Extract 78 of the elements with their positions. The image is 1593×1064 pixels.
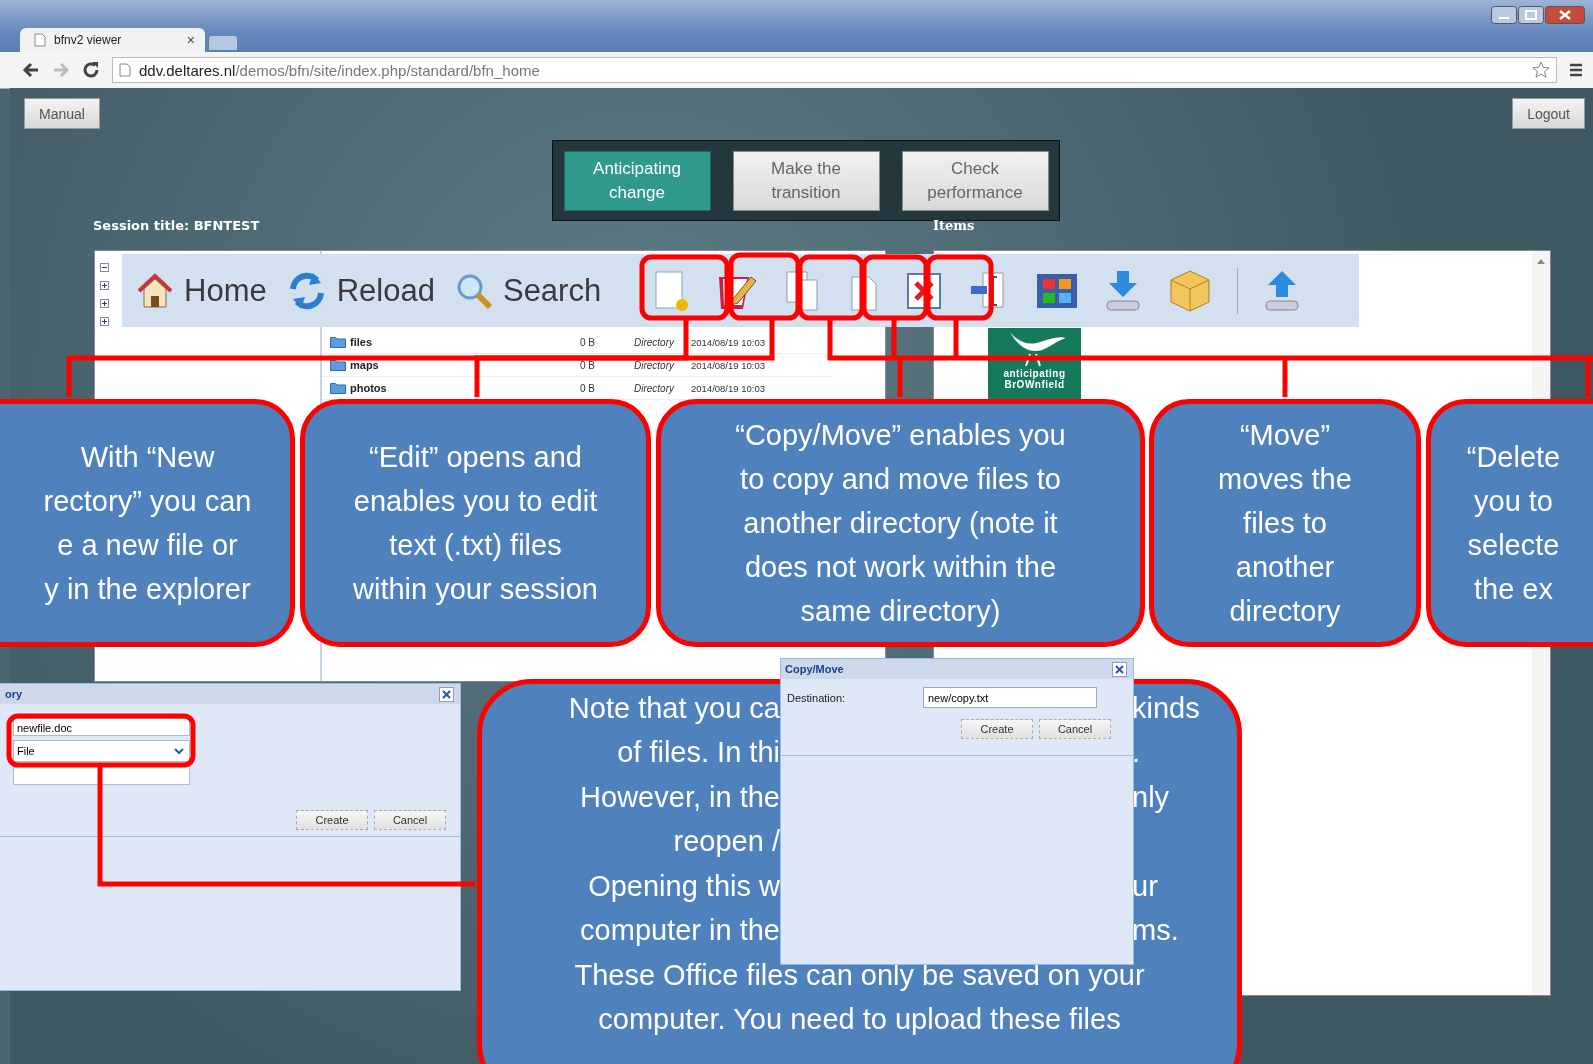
browser-tab[interactable]: bfnv2 viewer × — [20, 28, 205, 52]
callout-text: ms. — [1132, 914, 1180, 948]
page-icon — [34, 33, 46, 47]
callout-text: computer in the — [579, 914, 780, 948]
tab-title: bfnv2 viewer — [54, 33, 123, 47]
highlight-frame — [797, 254, 865, 321]
callout-text: Note that you ca — [567, 691, 780, 725]
house-icon — [136, 271, 174, 310]
tree-expander-icon[interactable] — [100, 299, 109, 308]
url-text: ddv.deltares.nl/demos/bfn/site/index.php/standard/bfn_home — [139, 61, 541, 79]
callout-text: nly — [1132, 780, 1171, 814]
callout-text: “Edit” opens and enables you to edit text (.txt) files within your session — [353, 440, 598, 607]
back-icon[interactable] — [22, 62, 40, 78]
callout-text: “Move” moves the files to another directory — [1218, 418, 1352, 629]
callout-text: With “New rectory” you can e a new file or y in the explorer — [43, 440, 252, 607]
highlight-frame — [925, 254, 994, 321]
address-field[interactable]: ddv.deltares.nl/demos/bfn/site/index.php/standard/bfn_home — [112, 57, 1557, 83]
folder-icon — [330, 382, 346, 394]
callout-text: “Copy/Move” enables you to copy and move files to another directory (note it does not work within the same directory) — [735, 418, 1066, 629]
field-label: Destination: — [787, 691, 847, 704]
callout-text: However, in the — [579, 780, 780, 814]
file-name[interactable]: files — [350, 336, 576, 348]
create-button[interactable]: Create — [961, 719, 1033, 739]
callout-text: These Office files can only be saved on your — [574, 958, 1145, 992]
tab-close-button[interactable]: × — [186, 32, 195, 48]
destination-field[interactable]: new/copy.txt — [923, 687, 1097, 708]
dialog-title: Copy/Move — [785, 663, 844, 675]
create-button[interactable]: Create — [296, 810, 368, 830]
step-button[interactable]: Check performance — [901, 150, 1049, 211]
file-name[interactable]: maps — [350, 359, 576, 371]
callout-text: kinds — [1132, 691, 1201, 725]
file-name[interactable]: photos — [350, 382, 576, 394]
callout-text: computer. You need to upload these files — [598, 1003, 1121, 1037]
minimize-icon[interactable] — [1491, 6, 1517, 24]
callout-text: “Delete you to selecte the ex — [1466, 440, 1561, 607]
toolbar-button[interactable]: Home — [136, 271, 267, 310]
maximize-icon[interactable] — [1518, 6, 1544, 24]
reload-icon[interactable] — [82, 61, 100, 79]
manual-button[interactable]: Manual — [24, 98, 100, 129]
file-date: 2014/08/19 10:03 — [691, 359, 765, 371]
logo-text: anticipating BrOWnfield — [1003, 368, 1066, 390]
file-type: Directory — [634, 382, 676, 394]
file-size: 0 B — [580, 359, 596, 371]
cancel-button[interactable]: Cancel — [1039, 719, 1111, 739]
dialog-title: ory — [5, 688, 23, 700]
chevron-icon — [174, 747, 184, 755]
callout-text: ur — [1132, 869, 1159, 903]
callout-text: reopen / — [672, 825, 780, 859]
file-type: Directory — [634, 359, 676, 371]
folder-icon — [330, 359, 346, 371]
file-date: 2014/08/19 10:03 — [691, 382, 765, 394]
toolbar-button[interactable]: Search — [454, 271, 602, 310]
logout-button[interactable]: Logout — [1512, 98, 1585, 129]
file-date: 2014/08/19 10:03 — [691, 336, 765, 348]
step-button[interactable]: Make the transition — [732, 150, 880, 211]
tree-expander-icon[interactable] — [100, 281, 109, 290]
menu-icon[interactable] — [1569, 63, 1583, 77]
callout-text: . — [1132, 736, 1142, 770]
close-icon[interactable] — [439, 686, 454, 702]
star-icon[interactable] — [1532, 61, 1550, 79]
highlight-frame — [861, 254, 929, 321]
scroll-up-icon[interactable] — [1536, 257, 1546, 265]
file-type: Directory — [634, 336, 676, 348]
tree-expander-icon[interactable] — [100, 317, 109, 326]
callout-text: Opening this w — [587, 869, 780, 903]
close-icon[interactable] — [1112, 661, 1127, 677]
file-size: 0 B — [580, 336, 596, 348]
close-icon[interactable] — [1545, 6, 1585, 24]
tree-expander-icon[interactable] — [100, 263, 109, 272]
callout-text: of files. In thi — [616, 736, 780, 770]
toolbar-button[interactable]: Reload — [286, 270, 435, 311]
session-title: Session title: BFNTEST — [93, 218, 260, 233]
file-size: 0 B — [580, 382, 596, 394]
cancel-button[interactable]: Cancel — [374, 810, 446, 830]
type-dropdown[interactable]: File — [13, 740, 190, 762]
page-icon — [119, 63, 131, 77]
items-title: Items — [933, 218, 975, 233]
folder-icon — [330, 336, 346, 348]
